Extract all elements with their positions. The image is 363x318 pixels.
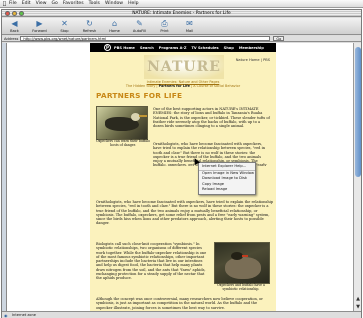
back-arrow-icon: ◀ [11,19,18,28]
forward-label: Forward [32,29,47,33]
stop-label: Stop [60,29,69,33]
subnav-line-2: The Hidden Story | Partners for Life | A… [90,84,276,88]
mail-icon: ✉ [186,19,193,28]
vertical-scrollbar[interactable]: ▲ ▼ [353,43,361,311]
mail-button[interactable]: ✉ Mail [181,18,198,34]
home-label: Home [109,29,120,33]
menu-file[interactable]: File [9,1,17,6]
globe-icon: ◉ [4,312,8,318]
menu-favorites[interactable]: Favorites [63,1,84,6]
forward-arrow-icon: ▶ [36,19,43,28]
menu-tools[interactable]: Tools [89,1,100,6]
back-label: Back [10,29,19,33]
scroll-thumb[interactable] [355,47,361,177]
refresh-label: Refresh [82,29,97,33]
go-button[interactable]: Go [273,36,285,41]
subnav-current-page: Partners for Life [158,84,190,88]
tv-schedules-link[interactable]: TV Schedules [191,46,218,50]
print-label: Print [160,29,169,33]
refresh-button[interactable]: ↻ Refresh [81,18,98,34]
autofill-button[interactable]: ✎ AutoFill [131,18,148,34]
shop-link[interactable]: Shop [224,46,234,50]
autofill-icon: ✎ [136,19,143,28]
autofill-label: AutoFill [132,29,147,33]
explorer-bar-tabs[interactable] [2,43,7,311]
print-icon: ⎙ [161,19,168,28]
top-links[interactable]: Nature Home | PBS [236,58,270,62]
image-context-menu: Internet Explorer Help... Open Image in … [198,162,256,195]
buffalo-oxpecker-photo[interactable] [214,242,270,284]
back-button[interactable]: ◀ Back [6,18,23,34]
photo-caption-1: Oxpeckers can warn their buffalo hosts o… [95,139,151,147]
home-icon: ⌂ [111,19,118,28]
home-button[interactable]: ⌂ Home [106,18,123,34]
pbs-logo-icon[interactable]: P [104,44,111,51]
photo-buffalo [225,257,261,279]
menu-view[interactable]: View [36,1,47,6]
menu-bar:  File Edit View Go Favorites Tools Wind… [0,0,363,8]
status-bar: ◉ Internet zone [2,311,361,318]
refresh-icon: ↻ [86,19,93,28]
browser-toolbar: ◀ Back ▶ Forward ✕ Stop ↻ Refresh ⌂ Home ✎ Aut… [2,18,361,35]
forward-button[interactable]: ▶ Forward [31,18,48,34]
page-heading: PARTNERS FOR LIFE [96,91,183,100]
browser-window: NATURE: Intimate Enemies - Partners for … [1,9,362,318]
address-input[interactable]: http://www.pbs.org/wnet/nature/partners.… [20,36,271,41]
print-button[interactable]: ⎙ Print [156,18,173,34]
menu-item-download-image[interactable]: Download Image to Disk [199,176,255,182]
status-text: Internet zone [12,313,36,317]
photo-bird-beak [242,255,248,257]
subnav-hidden-story-link[interactable]: The Hidden Story | [126,84,158,88]
menu-item-reload-image[interactable]: Reload Image [199,187,255,193]
pbs-nav-bar: P PBS Home Search Programs A-Z TV Schedu… [90,43,276,52]
search-link[interactable]: Search [140,46,154,50]
menu-edit[interactable]: Edit [22,1,31,6]
subnav-social-behavior-link[interactable]: | A Course of Social Behavior [191,84,240,88]
address-bar: Address http://www.pbs.org/wnet/nature/p… [2,36,361,42]
scroll-down-arrow-icon[interactable]: ▼ [354,303,361,311]
menu-window[interactable]: Window [105,1,123,6]
paragraph-3: Biologists call such close-knit cooperat… [96,242,207,280]
photo-caption-2: Oxpeckers and buffalo have a symbiotic r… [217,283,265,291]
membership-link[interactable]: Membership [239,46,264,50]
title-bar[interactable]: NATURE: Intimate Enemies - Partners for … [2,10,361,17]
window-title: NATURE: Intimate Enemies - Partners for … [132,11,231,16]
paragraph-1: One of the best supporting actors in NAT… [153,107,270,128]
web-page: P PBS Home Search Programs A-Z TV Schedu… [90,43,276,311]
pbs-home-link[interactable]: PBS Home [114,46,135,50]
paragraph-2-cont: Ornithologists, who have become fascinat… [96,200,274,226]
stop-icon: ✕ [61,19,68,28]
apple-menu-icon[interactable]:  [0,1,9,7]
masthead-title: NATURE [147,59,221,75]
stop-button[interactable]: ✕ Stop [56,18,73,34]
page-viewport: P PBS Home Search Programs A-Z TV Schedu… [2,43,361,311]
paragraph-4: Although the concept was once controvers… [96,297,263,310]
nature-masthead[interactable]: NATURE [144,55,224,79]
menu-go[interactable]: Go [52,1,58,6]
scroll-up-arrow-icon[interactable]: ▲ [354,296,361,303]
oxpecker-photo[interactable] [96,106,148,140]
address-label: Address [4,36,19,41]
menu-help[interactable]: Help [128,1,138,6]
programs-link[interactable]: Programs A-Z [159,46,187,50]
mail-label: Mail [185,29,194,33]
photo-bird-beak [139,115,147,117]
